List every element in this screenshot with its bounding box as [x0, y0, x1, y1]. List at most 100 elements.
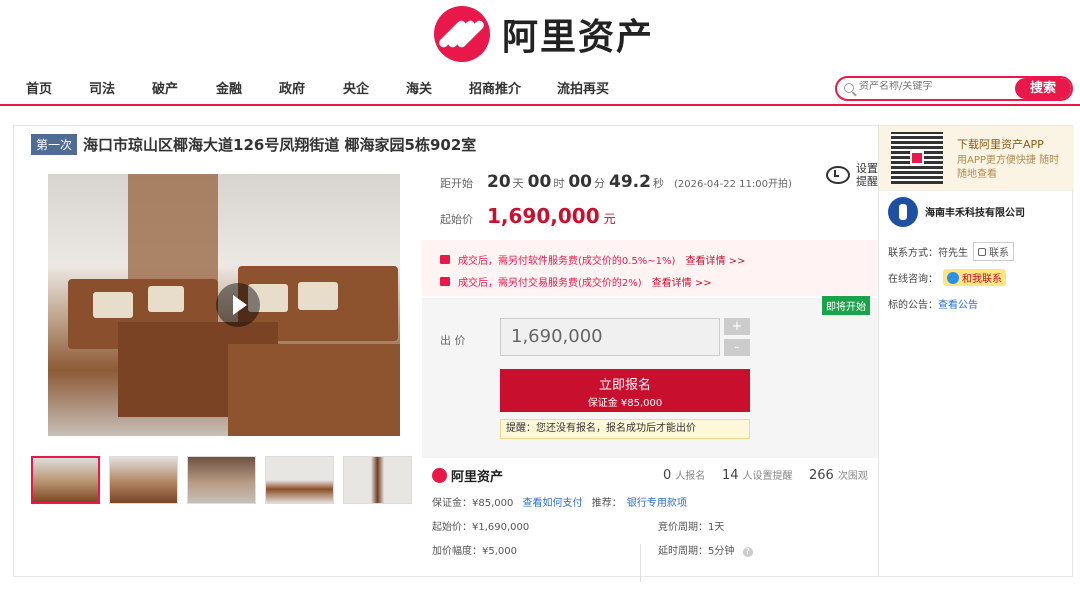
company-avatar — [888, 196, 918, 227]
extension-period: 延时周期：5分钟 ? — [658, 542, 753, 557]
app-title: 下载阿里资产APP — [957, 138, 1044, 151]
view-count-label: 次围观 — [837, 471, 868, 482]
gift-icon — [440, 255, 450, 264]
app-download-box[interactable]: 下载阿里资产APP 用APP更方便快捷 随时随地查看 — [879, 126, 1074, 190]
bid-increment: 加价幅度：¥5,000 — [432, 546, 517, 557]
phone-icon — [978, 248, 986, 256]
play-video-icon[interactable] — [216, 283, 260, 327]
deposit-row: 保证金：¥85,000 查看如何支付 推荐： 银行专用款项 — [432, 494, 687, 509]
set-reminder-button[interactable]: 设置提醒 — [820, 162, 880, 188]
nav-item-home[interactable]: 首页 — [26, 78, 52, 97]
stats-bar: 阿里资产 0 人报名 14 人设置提醒 266 次围观 — [422, 458, 878, 488]
contact-button-label: 联系 — [989, 248, 1009, 259]
start-price-value: 1,690,000 — [487, 204, 600, 228]
listing-title: 海口市琼山区椰海大道126号凤翔街道 椰海家园5栋902室 — [83, 136, 477, 154]
chat-icon — [947, 271, 959, 284]
nav-item-finance[interactable]: 金融 — [216, 78, 242, 97]
chat-button[interactable]: 和我联系 — [943, 269, 1006, 286]
recommend-label: 推荐： — [591, 498, 622, 509]
divider — [640, 544, 641, 582]
brand-name: 阿里资产 — [502, 17, 655, 58]
sidebar: 下载阿里资产APP 用APP更方便快捷 随时随地查看 海南丰禾科技有限公司 联系… — [878, 126, 1074, 577]
auction-info: 距开始 20 天 00 时 00 分 49.2 秒 (2026-04-22 11… — [422, 154, 880, 582]
countdown-minutes: 00 — [568, 172, 593, 192]
brand-logo-icon — [434, 6, 490, 62]
contact-row: 联系方式：符先生 联系 — [888, 242, 1014, 261]
bid-area: 即将开始 出 价 1,690,000 + - 立即报名 保证金 ¥85,000 … — [422, 296, 878, 458]
reminder-count-value: 14 — [722, 468, 739, 483]
countdown-days-unit: 天 — [512, 177, 524, 190]
fee-notice-text: 成交后，需另付交易服务费(成交价的2%) — [458, 278, 642, 289]
fee-notice-line: 成交后，需另付交易服务费(成交价的2%) 查看详情 >> — [440, 274, 712, 289]
nav-item-soe[interactable]: 央企 — [343, 78, 369, 97]
deposit-label: 保证金 ¥85,000 — [587, 398, 663, 409]
increase-bid-button[interactable]: + — [724, 318, 750, 335]
how-to-pay-link[interactable]: 查看如何支付 — [523, 498, 583, 509]
nav-item-customs[interactable]: 海关 — [406, 78, 432, 97]
countdown-hours-unit: 时 — [553, 177, 565, 190]
contact-button[interactable]: 联系 — [973, 242, 1014, 261]
nav-item-bankruptcy[interactable]: 破产 — [152, 78, 178, 97]
fee-notice: 成交后，需另付软件服务费(成交价的0.5%~1%) 查看详情 >> 成交后，需另… — [422, 240, 878, 296]
nav-item-investment[interactable]: 招商推介 — [469, 78, 521, 97]
start-price-detail: 起始价：¥1,690,000 — [432, 522, 530, 533]
bid-label: 出 价 — [440, 334, 466, 347]
fee-detail-link[interactable]: 查看详情 >> — [652, 274, 712, 289]
announcement-label: 标的公告： — [888, 300, 938, 311]
view-count: 266 次围观 — [809, 467, 868, 483]
app-subtitle: 用APP更方便快捷 随时随地查看 — [957, 155, 1060, 180]
bid-period: 竞价周期：1天 — [658, 522, 725, 533]
countdown-label: 距开始 — [440, 177, 473, 190]
contact-label: 联系方式：符先生 — [888, 248, 968, 259]
consult-row: 在线咨询： 和我联系 — [888, 269, 1006, 286]
start-price: 起始价 1,690,000 元 — [440, 204, 616, 228]
signup-count: 0 人报名 — [663, 467, 705, 483]
site-logo[interactable]: 阿里资产 — [434, 6, 654, 62]
nav-item-judicial[interactable]: 司法 — [89, 78, 115, 97]
consult-label: 在线咨询： — [888, 274, 938, 285]
reminder-label: 设置提醒 — [856, 162, 878, 188]
qr-code-icon — [891, 132, 943, 184]
reminder-count-label: 人设置提醒 — [742, 471, 793, 482]
gift-icon — [440, 277, 450, 286]
fee-notice-text: 成交后，需另付软件服务费(成交价的0.5%~1%) — [458, 256, 676, 267]
search-box: 搜索 — [835, 76, 1073, 101]
nav-item-relist[interactable]: 流拍再买 — [557, 78, 609, 97]
help-icon[interactable]: ? — [742, 547, 753, 557]
chat-button-label: 和我联系 — [962, 274, 1002, 285]
thumbnail[interactable] — [187, 456, 256, 504]
alarm-clock-icon — [826, 166, 850, 184]
company-name: 海南丰禾科技有限公司 — [925, 208, 1025, 219]
round-badge: 第一次 — [31, 134, 78, 155]
brand-logo-icon — [432, 468, 447, 483]
bid-amount-field[interactable]: 1,690,000 — [500, 318, 720, 356]
thumbnail[interactable] — [343, 456, 412, 504]
signup-button[interactable]: 立即报名 保证金 ¥85,000 — [500, 369, 750, 412]
signup-label: 立即报名 — [598, 378, 651, 393]
announcement-link[interactable]: 查看公告 — [938, 296, 978, 311]
search-input[interactable] — [859, 81, 1009, 92]
start-price-label: 起始价 — [440, 213, 473, 226]
fee-notice-line: 成交后，需另付软件服务费(成交价的0.5%~1%) 查看详情 >> — [440, 252, 745, 267]
search-button[interactable]: 搜索 — [1015, 78, 1071, 99]
countdown-hours: 00 — [527, 172, 552, 192]
signup-tip: 提醒：您还没有报名，报名成功后才能出价 — [500, 419, 750, 439]
main-photo[interactable] — [48, 174, 400, 436]
extension-text: 延时周期：5分钟 — [658, 546, 735, 557]
header: 阿里资产 — [0, 0, 1080, 66]
thumbnail[interactable] — [109, 456, 178, 504]
company-info[interactable]: 海南丰禾科技有限公司 — [879, 190, 1074, 232]
deposit-text: 保证金：¥85,000 — [432, 498, 514, 509]
decrease-bid-button[interactable]: - — [724, 339, 750, 356]
nav-item-government[interactable]: 政府 — [279, 78, 305, 97]
search-icon — [844, 83, 854, 93]
countdown: 距开始 20 天 00 时 00 分 49.2 秒 (2026-04-22 11… — [440, 172, 792, 192]
thumbnail[interactable] — [265, 456, 334, 504]
countdown-days: 20 — [487, 172, 511, 192]
reminder-count: 14 人设置提醒 — [722, 467, 793, 483]
announcement-row: 标的公告： 查看公告 — [888, 296, 978, 311]
countdown-minutes-unit: 分 — [594, 177, 606, 190]
thumbnail[interactable] — [31, 456, 100, 504]
bank-account-link[interactable]: 银行专用款项 — [627, 498, 687, 509]
fee-detail-link[interactable]: 查看详情 >> — [685, 252, 745, 267]
